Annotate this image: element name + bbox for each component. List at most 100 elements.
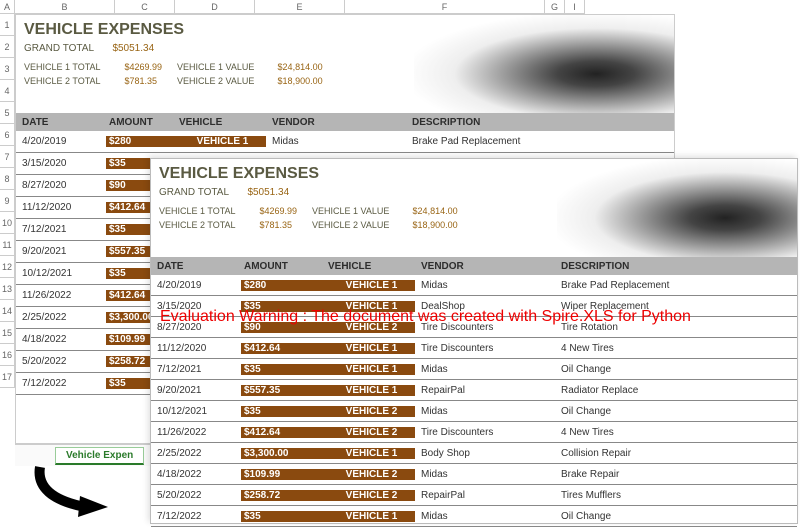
col-letter[interactable]: G	[545, 0, 565, 14]
col-letter[interactable]: F	[345, 0, 545, 14]
cell-description[interactable]: Wiper Replacement	[555, 301, 797, 312]
cell-vehicle[interactable]: VEHICLE 1	[325, 343, 415, 354]
cell-description[interactable]: Radiator Replace	[555, 385, 797, 396]
cell-vehicle[interactable]: VEHICLE 1	[176, 136, 266, 147]
table-row[interactable]: 11/12/2020$412.64VEHICLE 1Tire Discounte…	[151, 338, 797, 359]
cell-amount[interactable]: $280	[241, 280, 325, 291]
row-number[interactable]: 16	[0, 344, 15, 366]
cell-vendor[interactable]: Tire Discounters	[415, 427, 555, 438]
row-number[interactable]: 15	[0, 322, 15, 344]
cell-vendor[interactable]: Body Shop	[415, 448, 555, 459]
cell-vehicle[interactable]: VEHICLE 1	[325, 301, 415, 312]
table-row[interactable]: 4/20/2019$280VEHICLE 1MidasBrake Pad Rep…	[16, 131, 674, 153]
table-row[interactable]: 3/15/2020$35VEHICLE 1DealShopWiper Repla…	[151, 296, 797, 317]
cell-date[interactable]: 11/12/2020	[151, 343, 241, 354]
cell-amount[interactable]: $35	[241, 301, 325, 312]
row-number[interactable]: 1	[0, 14, 15, 36]
cell-date[interactable]: 8/27/2020	[16, 180, 106, 191]
col-vendor[interactable]: VENDOR	[266, 117, 406, 128]
cell-amount[interactable]: $3,300.00	[241, 448, 325, 459]
cell-amount[interactable]: $90	[241, 322, 325, 333]
cell-amount[interactable]: $35	[241, 364, 325, 375]
table-row[interactable]: 11/26/2022$412.64VEHICLE 2Tire Discounte…	[151, 422, 797, 443]
cell-date[interactable]: 7/12/2022	[151, 511, 241, 522]
cell-vehicle[interactable]: VEHICLE 2	[325, 469, 415, 480]
cell-date[interactable]: 11/26/2022	[16, 290, 106, 301]
cell-vendor[interactable]: RepairPal	[415, 385, 555, 396]
row-number[interactable]: 7	[0, 146, 15, 168]
cell-date[interactable]: 11/12/2020	[16, 202, 106, 213]
col-letter[interactable]: E	[255, 0, 345, 14]
cell-vendor[interactable]: Tire Discounters	[415, 343, 555, 354]
cell-date[interactable]: 2/25/2022	[151, 448, 241, 459]
row-number[interactable]: 17	[0, 366, 15, 388]
cell-date[interactable]: 10/12/2021	[16, 268, 106, 279]
cell-vendor[interactable]: Midas	[266, 136, 406, 147]
cell-vendor[interactable]: Midas	[415, 469, 555, 480]
row-number[interactable]: 11	[0, 234, 15, 256]
cell-description[interactable]: Oil Change	[555, 406, 797, 417]
cell-vehicle[interactable]: VEHICLE 1	[325, 280, 415, 291]
row-number[interactable]: 12	[0, 256, 15, 278]
cell-description[interactable]: Tires Mufflers	[555, 490, 797, 501]
cell-vendor[interactable]: Midas	[415, 280, 555, 291]
col-amount[interactable]: AMOUNT	[106, 117, 176, 128]
cell-vehicle[interactable]: VEHICLE 1	[325, 511, 415, 522]
cell-amount[interactable]: $412.64	[241, 343, 325, 354]
cell-amount[interactable]: $35	[241, 511, 325, 522]
cell-date[interactable]: 4/20/2019	[151, 280, 241, 291]
cell-date[interactable]: 10/12/2021	[151, 406, 241, 417]
cell-date[interactable]: 5/20/2022	[16, 356, 106, 367]
cell-date[interactable]: 3/15/2020	[16, 158, 106, 169]
cell-vehicle[interactable]: VEHICLE 1	[325, 364, 415, 375]
row-number[interactable]: 13	[0, 278, 15, 300]
cell-description[interactable]: 4 New Tires	[555, 343, 797, 354]
col-letter[interactable]: I	[565, 0, 585, 14]
cell-vendor[interactable]: Tire Discounters	[415, 322, 555, 333]
row-number[interactable]: 6	[0, 124, 15, 146]
table-row[interactable]: 8/27/2020$90VEHICLE 2Tire DiscountersTir…	[151, 317, 797, 338]
cell-description[interactable]: Collision Repair	[555, 448, 797, 459]
cell-vehicle[interactable]: VEHICLE 2	[325, 322, 415, 333]
col-letter[interactable]: A	[0, 0, 15, 14]
cell-amount[interactable]: $35	[241, 406, 325, 417]
col-letter[interactable]: C	[115, 0, 175, 14]
cell-vehicle[interactable]: VEHICLE 1	[325, 385, 415, 396]
cell-description[interactable]: Brake Repair	[555, 469, 797, 480]
cell-date[interactable]: 4/18/2022	[16, 334, 106, 345]
cell-date[interactable]: 7/12/2022	[16, 378, 106, 389]
cell-vendor[interactable]: Midas	[415, 406, 555, 417]
row-number[interactable]: 9	[0, 190, 15, 212]
cell-date[interactable]: 7/12/2021	[151, 364, 241, 375]
cell-vendor[interactable]: DealShop	[415, 301, 555, 312]
row-number[interactable]: 14	[0, 300, 15, 322]
col-vehicle[interactable]: VEHICLE	[325, 261, 415, 272]
cell-date[interactable]: 4/20/2019	[16, 136, 106, 147]
col-letter[interactable]: D	[175, 0, 255, 14]
cell-description[interactable]: Oil Change	[555, 511, 797, 522]
col-date[interactable]: DATE	[151, 261, 241, 272]
col-date[interactable]: DATE	[16, 117, 106, 128]
col-description[interactable]: DESCRIPTION	[406, 117, 674, 128]
cell-description[interactable]: 4 New Tires	[555, 427, 797, 438]
cell-date[interactable]: 3/15/2020	[151, 301, 241, 312]
row-number[interactable]: 8	[0, 168, 15, 190]
table-row[interactable]: 2/25/2022$3,300.00VEHICLE 1Body ShopColl…	[151, 443, 797, 464]
cell-amount[interactable]: $280	[106, 136, 176, 147]
table-row[interactable]: 5/20/2022$258.72VEHICLE 2RepairPalTires …	[151, 485, 797, 506]
cell-date[interactable]: 7/12/2021	[16, 224, 106, 235]
row-number[interactable]: 4	[0, 80, 15, 102]
col-description[interactable]: DESCRIPTION	[555, 261, 797, 272]
cell-vendor[interactable]: Midas	[415, 511, 555, 522]
table-row[interactable]: 7/12/2021$35VEHICLE 1MidasOil Change	[151, 359, 797, 380]
cell-vehicle[interactable]: VEHICLE 2	[325, 406, 415, 417]
cell-date[interactable]: 2/25/2022	[16, 312, 106, 323]
cell-date[interactable]: 9/20/2021	[16, 246, 106, 257]
row-number[interactable]: 10	[0, 212, 15, 234]
table-row[interactable]: 9/20/2021$557.35VEHICLE 1RepairPalRadiat…	[151, 380, 797, 401]
col-amount[interactable]: AMOUNT	[241, 261, 325, 272]
cell-vendor[interactable]: Midas	[415, 364, 555, 375]
cell-vehicle[interactable]: VEHICLE 2	[325, 427, 415, 438]
cell-description[interactable]: Brake Pad Replacement	[406, 136, 674, 147]
cell-amount[interactable]: $412.64	[241, 427, 325, 438]
